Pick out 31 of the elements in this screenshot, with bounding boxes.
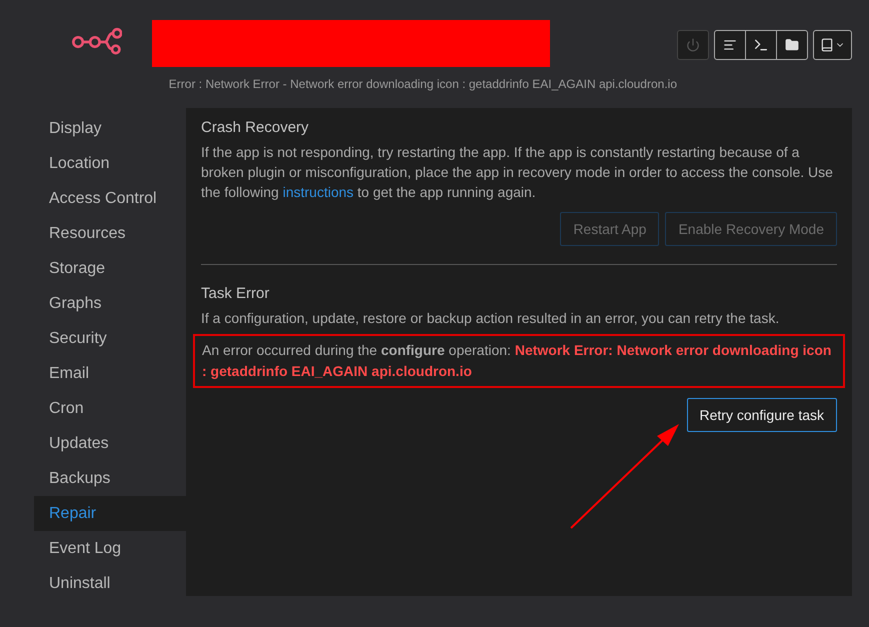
folder-icon [785, 38, 799, 52]
terminal-button[interactable] [745, 30, 777, 60]
sidebar-item[interactable]: Resources [34, 216, 186, 251]
sidebar-item[interactable]: Location [34, 146, 186, 181]
section-text: If a configuration, update, restore or backup action resulted in an error, you can retry the task. [201, 309, 780, 328]
sidebar-item[interactable]: Event Log [34, 531, 186, 566]
instructions-link[interactable]: instructions [282, 184, 354, 200]
terminal-icon [753, 37, 769, 53]
docs-button[interactable] [813, 30, 852, 60]
error-message: Error : Network Error - Network error downloading icon : getaddrinfo EAI_AGAIN api.cloudron.io [168, 77, 677, 91]
section-text: If the app is not responding, try restarting the app. If the app is constantly restarting because of a broken plugin or misconfiguration, place the app in recovery mode in order to access the console. Use the following instructions to get the app running again. [201, 143, 834, 202]
book-icon [820, 38, 834, 52]
retry-button[interactable]: Retry configure task [686, 398, 837, 432]
files-button[interactable] [776, 30, 808, 60]
sidebar-item[interactable]: Backups [34, 461, 186, 496]
sidebar-item[interactable]: Updates [34, 426, 186, 461]
sidebar-item[interactable]: Uninstall [34, 566, 186, 601]
logs-button[interactable] [714, 30, 746, 60]
align-left-icon [723, 38, 737, 52]
sidebar-item[interactable]: Storage [34, 251, 186, 286]
power-icon [686, 38, 700, 52]
sidebar-item[interactable]: Email [34, 356, 186, 391]
section-title: Crash Recovery [201, 119, 310, 136]
section-title: Task Error [201, 285, 270, 302]
error-message: An error occurred during the configure operation: Network Error: Network error downloading icon : getaddrinfo EAI_AGAIN api.cloudron.io [193, 334, 845, 388]
sidebar-item[interactable]: Display [34, 111, 186, 146]
sidebar-item[interactable]: Security [34, 321, 186, 356]
sidebar-item[interactable]: Access Control [34, 181, 186, 216]
sidebar-item[interactable]: Graphs [34, 286, 186, 321]
sidebar-item[interactable]: Repair [34, 496, 186, 531]
sidebar-item[interactable]: Cron [34, 391, 186, 426]
